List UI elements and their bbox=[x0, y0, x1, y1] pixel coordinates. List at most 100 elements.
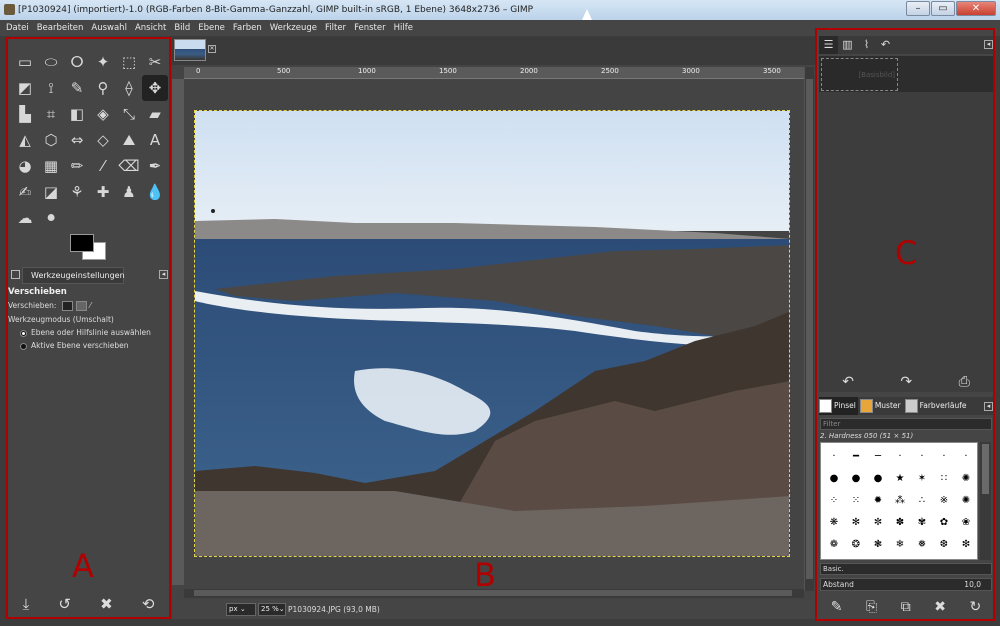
foreground-select-icon[interactable]: ◩ bbox=[12, 75, 38, 101]
warp-icon[interactable]: ⛰ bbox=[116, 127, 142, 153]
scissors-icon[interactable]: ✂ bbox=[142, 49, 168, 75]
zoom-select[interactable]: 25 %⌄ bbox=[258, 603, 286, 616]
rotate-icon[interactable]: ◈ bbox=[90, 101, 116, 127]
menu-item-hilfe[interactable]: Hilfe bbox=[394, 20, 413, 36]
brush-scrollbar[interactable] bbox=[980, 442, 991, 560]
spacing-slider[interactable]: Abstand 10,0 bbox=[820, 578, 992, 591]
brush-item[interactable]: ✽ bbox=[889, 511, 911, 533]
brush-item[interactable]: ❀ bbox=[955, 511, 977, 533]
brush-item[interactable]: ● bbox=[867, 467, 889, 489]
free-select-icon[interactable]: ⵔ bbox=[64, 49, 90, 75]
radio-pick-layer[interactable] bbox=[20, 329, 27, 337]
brush-item[interactable]: ✺ bbox=[955, 489, 977, 511]
align-icon[interactable]: ▙ bbox=[12, 101, 38, 127]
brush-item[interactable]: · bbox=[823, 445, 845, 467]
move-path-mode-button[interactable]: ⁄ bbox=[90, 301, 101, 311]
pencil-icon[interactable]: ✏ bbox=[64, 153, 90, 179]
layers-list[interactable]: [Basisbild] C bbox=[819, 56, 993, 392]
perspective-icon[interactable]: ⬡ bbox=[38, 127, 64, 153]
brush-item[interactable]: ✶ bbox=[911, 467, 933, 489]
brush-item[interactable]: ❆ bbox=[933, 533, 955, 555]
new-brush-icon[interactable]: ⎘ bbox=[866, 599, 877, 615]
brush-item[interactable]: ※ bbox=[933, 489, 955, 511]
unified-transform-icon[interactable]: ◧ bbox=[64, 101, 90, 127]
blur-icon[interactable]: 💧 bbox=[142, 179, 168, 205]
eraser-icon[interactable]: ⌫ bbox=[116, 153, 142, 179]
paths-tab-icon[interactable]: ⌇ bbox=[857, 36, 876, 54]
menu-item-filter[interactable]: Filter bbox=[325, 20, 346, 36]
brush-item[interactable]: ● bbox=[823, 467, 845, 489]
brush-item[interactable]: ∷ bbox=[933, 467, 955, 489]
scale-icon[interactable]: ⤡ bbox=[116, 101, 142, 127]
brush-item[interactable]: · bbox=[911, 445, 933, 467]
close-image-tab-icon[interactable]: ✕ bbox=[208, 45, 216, 53]
blend-icon[interactable]: ▦ bbox=[38, 153, 64, 179]
minimize-button[interactable]: – bbox=[906, 1, 930, 16]
clone-icon[interactable]: ⚘ bbox=[64, 179, 90, 205]
brush-filter-input[interactable]: Filter bbox=[820, 418, 992, 430]
move-layer-mode-button[interactable] bbox=[61, 301, 73, 311]
panel-menu-icon[interactable]: ◂ bbox=[159, 270, 168, 279]
restore-options-icon[interactable]: ↺ bbox=[58, 595, 71, 613]
menu-item-auswahl[interactable]: Auswahl bbox=[91, 20, 127, 36]
brush-item[interactable]: ❇ bbox=[955, 533, 977, 555]
menu-item-ebene[interactable]: Ebene bbox=[198, 20, 225, 36]
paths-icon[interactable]: ⟟ bbox=[38, 75, 64, 101]
brush-item[interactable]: ⁂ bbox=[889, 489, 911, 511]
print-icon[interactable]: ⎙ bbox=[959, 374, 970, 392]
text-icon[interactable]: A bbox=[142, 127, 168, 153]
channels-icon[interactable]: ▥ bbox=[838, 36, 857, 54]
crop-icon[interactable]: ⌗ bbox=[38, 101, 64, 127]
radio-move-active-layer[interactable] bbox=[20, 342, 27, 350]
brush-item[interactable]: · bbox=[889, 445, 911, 467]
paintbrush-icon[interactable]: ⁄ bbox=[90, 153, 116, 179]
menu-item-bild[interactable]: Bild bbox=[174, 20, 190, 36]
flip-icon[interactable]: ◭ bbox=[12, 127, 38, 153]
brush-item[interactable]: ⁘ bbox=[823, 489, 845, 511]
edit-brush-icon[interactable]: ✎ bbox=[831, 599, 843, 615]
layer-row[interactable]: [Basisbild] bbox=[819, 56, 993, 92]
brush-item[interactable]: ❋ bbox=[823, 511, 845, 533]
menu-item-farben[interactable]: Farben bbox=[233, 20, 262, 36]
menu-item-werkzeuge[interactable]: Werkzeuge bbox=[270, 20, 317, 36]
menu-item-datei[interactable]: Datei bbox=[6, 20, 29, 36]
brush-item[interactable]: ─ bbox=[867, 445, 889, 467]
vertical-scrollbar[interactable] bbox=[804, 67, 814, 591]
brush-item[interactable]: ❂ bbox=[845, 533, 867, 555]
brush-set-select[interactable]: Basic. bbox=[820, 563, 992, 575]
tab-farbverläufe[interactable]: Farbverläufe bbox=[904, 397, 969, 415]
delete-options-icon[interactable]: ✖ bbox=[100, 595, 113, 613]
brush-item[interactable]: ━ bbox=[845, 445, 867, 467]
shear-icon[interactable]: ▰ bbox=[142, 101, 168, 127]
tab-pinsel[interactable]: Pinsel bbox=[819, 397, 858, 415]
image-tab-thumbnail[interactable] bbox=[174, 39, 206, 61]
brush-item[interactable]: ❄ bbox=[889, 533, 911, 555]
vertical-ruler[interactable] bbox=[172, 79, 184, 585]
horizontal-ruler[interactable]: 0 500 1000 1500 2000 2500 3000 3500 bbox=[184, 67, 804, 79]
dock-menu-icon[interactable]: ◂ bbox=[984, 40, 993, 49]
close-button[interactable]: ✕ bbox=[956, 1, 996, 16]
brush-item[interactable]: ❁ bbox=[823, 533, 845, 555]
undo-history-icon[interactable]: ↶ bbox=[876, 36, 895, 54]
brush-item[interactable]: ★ bbox=[889, 467, 911, 489]
brush-item[interactable]: · bbox=[955, 445, 977, 467]
brush-item[interactable]: ✿ bbox=[933, 511, 955, 533]
brush-item[interactable]: ✺ bbox=[955, 467, 977, 489]
fuzzy-select-icon[interactable]: ✦ bbox=[90, 49, 116, 75]
unit-select[interactable]: px ⌄ bbox=[226, 603, 256, 616]
bucket-fill-icon[interactable]: ◕ bbox=[12, 153, 38, 179]
brush-grid[interactable]: · ━ ─ · · · · ● ● ● ★ ✶ ∷ ✺ ⁘ ⁙ ✹ ⁂ ∴ ※ ✺ ❋ ✻ ✼ ✽ ✾ ✿ ❀ ❁ ❂ ❃ ❄ ❅ ❆ ❇ bbox=[820, 442, 978, 560]
brush-item[interactable]: ∴ bbox=[911, 489, 933, 511]
fg-bg-colors[interactable] bbox=[70, 234, 110, 262]
brush-item[interactable]: ✼ bbox=[867, 511, 889, 533]
color-select-icon[interactable]: ⬚ bbox=[116, 49, 142, 75]
mypaint-brush-icon[interactable]: ◪ bbox=[38, 179, 64, 205]
duplicate-brush-icon[interactable]: ⧉ bbox=[901, 599, 911, 615]
undo-icon[interactable]: ↶ bbox=[842, 374, 854, 392]
brush-item[interactable]: ● bbox=[845, 467, 867, 489]
ink-icon[interactable]: ✍ bbox=[12, 179, 38, 205]
move-selection-mode-button[interactable] bbox=[75, 301, 87, 311]
refresh-brushes-icon[interactable]: ↻ bbox=[969, 599, 981, 615]
rect-select-icon[interactable]: ▭ bbox=[12, 49, 38, 75]
zoom-icon[interactable]: ⚲ bbox=[90, 75, 116, 101]
